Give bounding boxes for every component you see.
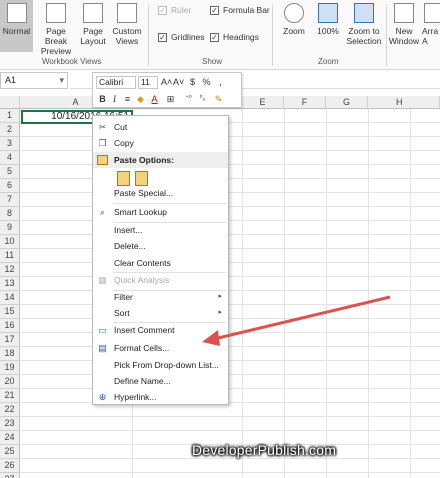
arrow-head <box>202 330 220 346</box>
annotation-arrow <box>202 295 391 346</box>
watermark: DeveloperPublish.com <box>192 442 337 458</box>
arrow-shaft <box>213 295 391 341</box>
